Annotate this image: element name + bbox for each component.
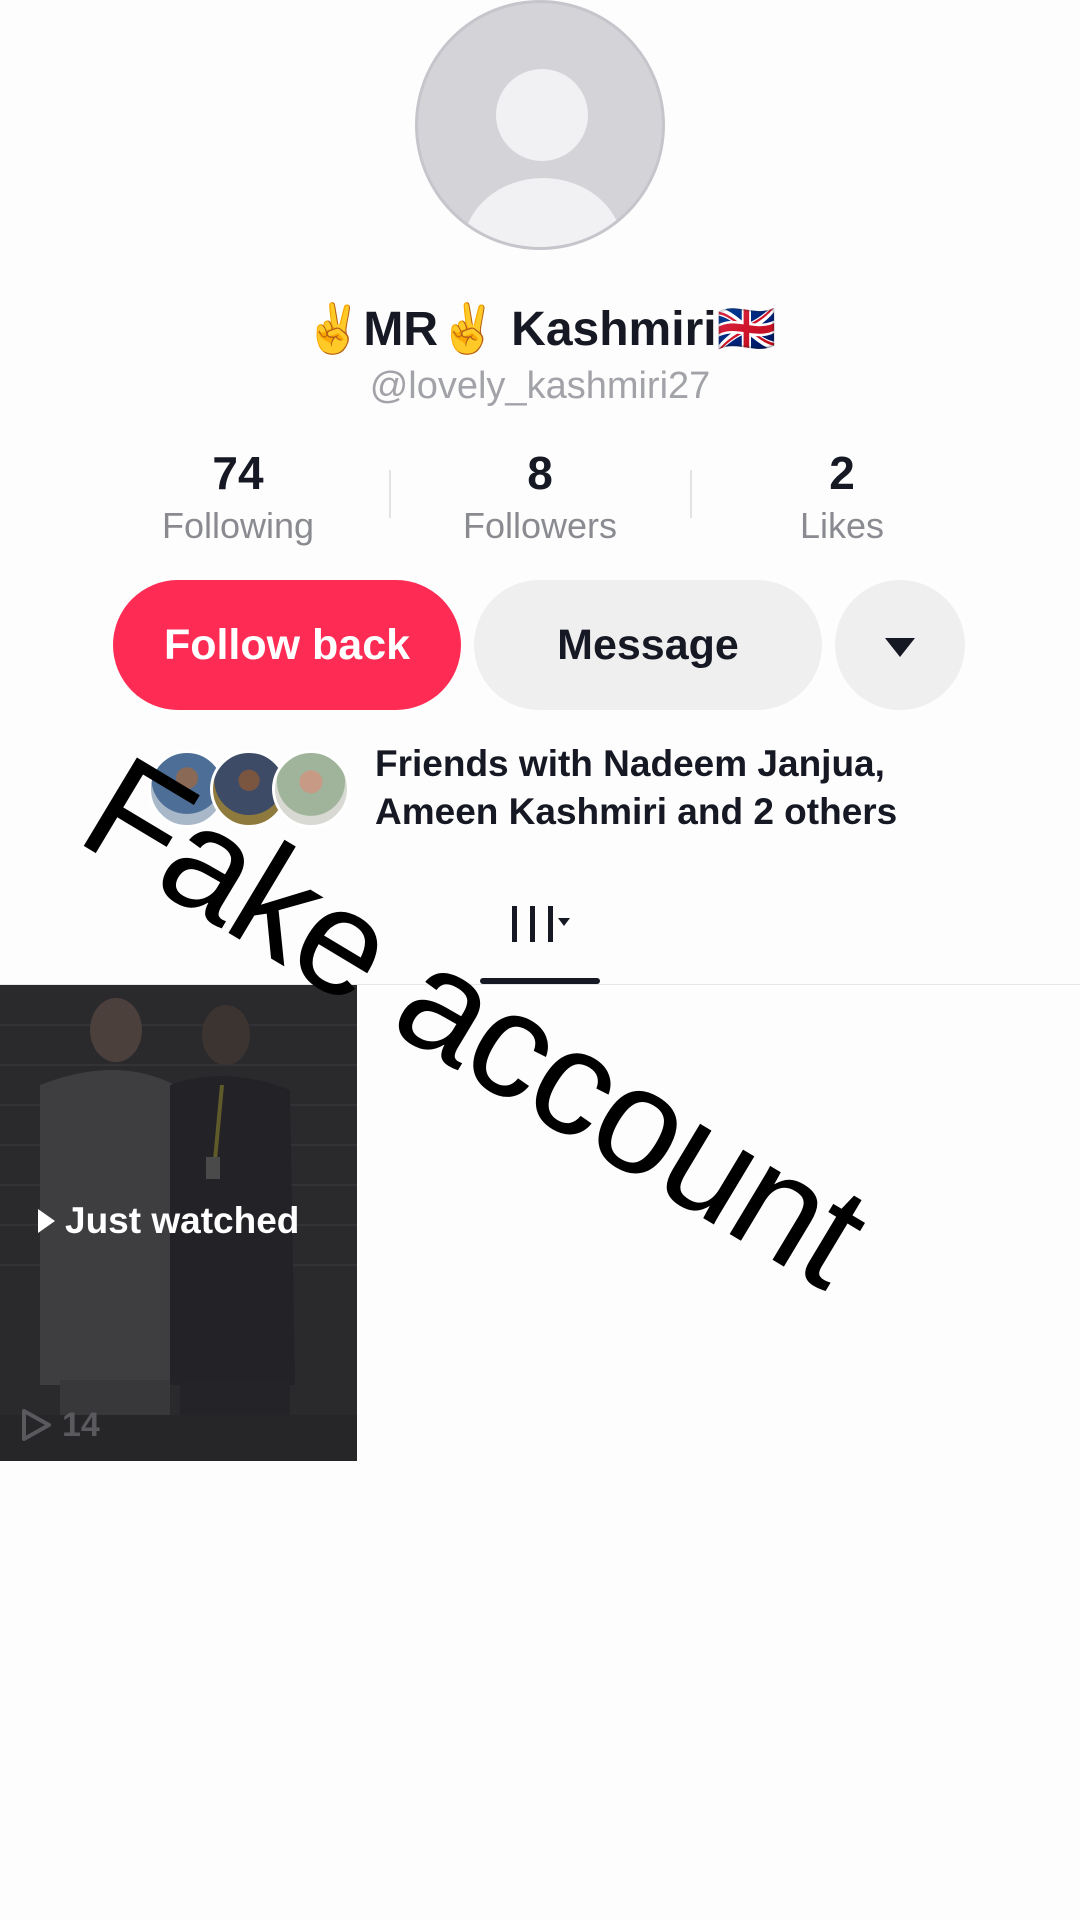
stat-label: Followers bbox=[462, 505, 618, 546]
profile-screen: ✌️MR✌️ Kashmiri🇬🇧 @lovely_kashmiri27 74 … bbox=[0, 0, 1080, 1920]
friends-line-1: Friends with Nadeem Janjua, bbox=[375, 743, 885, 784]
mutual-friends-avatars[interactable] bbox=[148, 750, 358, 830]
stat-label: Likes bbox=[799, 505, 885, 546]
stat-following[interactable]: 74 Following bbox=[88, 442, 388, 548]
stat-value: 2 bbox=[829, 447, 855, 499]
just-watched-label: Just watched bbox=[65, 1200, 300, 1241]
stat-value: 8 bbox=[527, 447, 553, 499]
play-arrow-icon bbox=[38, 1209, 55, 1233]
profile-avatar[interactable] bbox=[415, 0, 665, 250]
username: @lovely_kashmiri27 bbox=[369, 365, 711, 407]
profile-stats: 74 Following 8 Followers 2 Likes bbox=[0, 442, 1080, 552]
follow-back-button[interactable]: Follow back bbox=[113, 580, 461, 710]
tab-videos[interactable] bbox=[508, 898, 572, 950]
mutual-friends-text[interactable]: Friends with Nadeem Janjua, Ameen Kashmi… bbox=[375, 740, 975, 836]
play-outline-icon bbox=[22, 1409, 51, 1441]
just-watched-badge: Just watched bbox=[38, 1196, 299, 1246]
default-avatar-icon bbox=[496, 69, 588, 161]
friend-avatar bbox=[272, 750, 350, 828]
more-options-button[interactable] bbox=[835, 580, 965, 710]
view-count: 14 bbox=[20, 1403, 100, 1447]
stat-label: Following bbox=[161, 505, 315, 546]
grid-icon bbox=[512, 906, 570, 942]
friends-line-2: Ameen Kashmiri and 2 others bbox=[375, 791, 898, 832]
stat-value: 74 bbox=[212, 447, 264, 499]
stat-followers[interactable]: 8 Followers bbox=[390, 442, 690, 548]
view-count-value: 14 bbox=[62, 1406, 100, 1444]
caret-down-icon bbox=[885, 637, 915, 657]
message-button[interactable]: Message bbox=[474, 580, 822, 710]
stat-likes[interactable]: 2 Likes bbox=[692, 442, 992, 548]
display-name: ✌️MR✌️ Kashmiri🇬🇧 bbox=[303, 303, 777, 356]
